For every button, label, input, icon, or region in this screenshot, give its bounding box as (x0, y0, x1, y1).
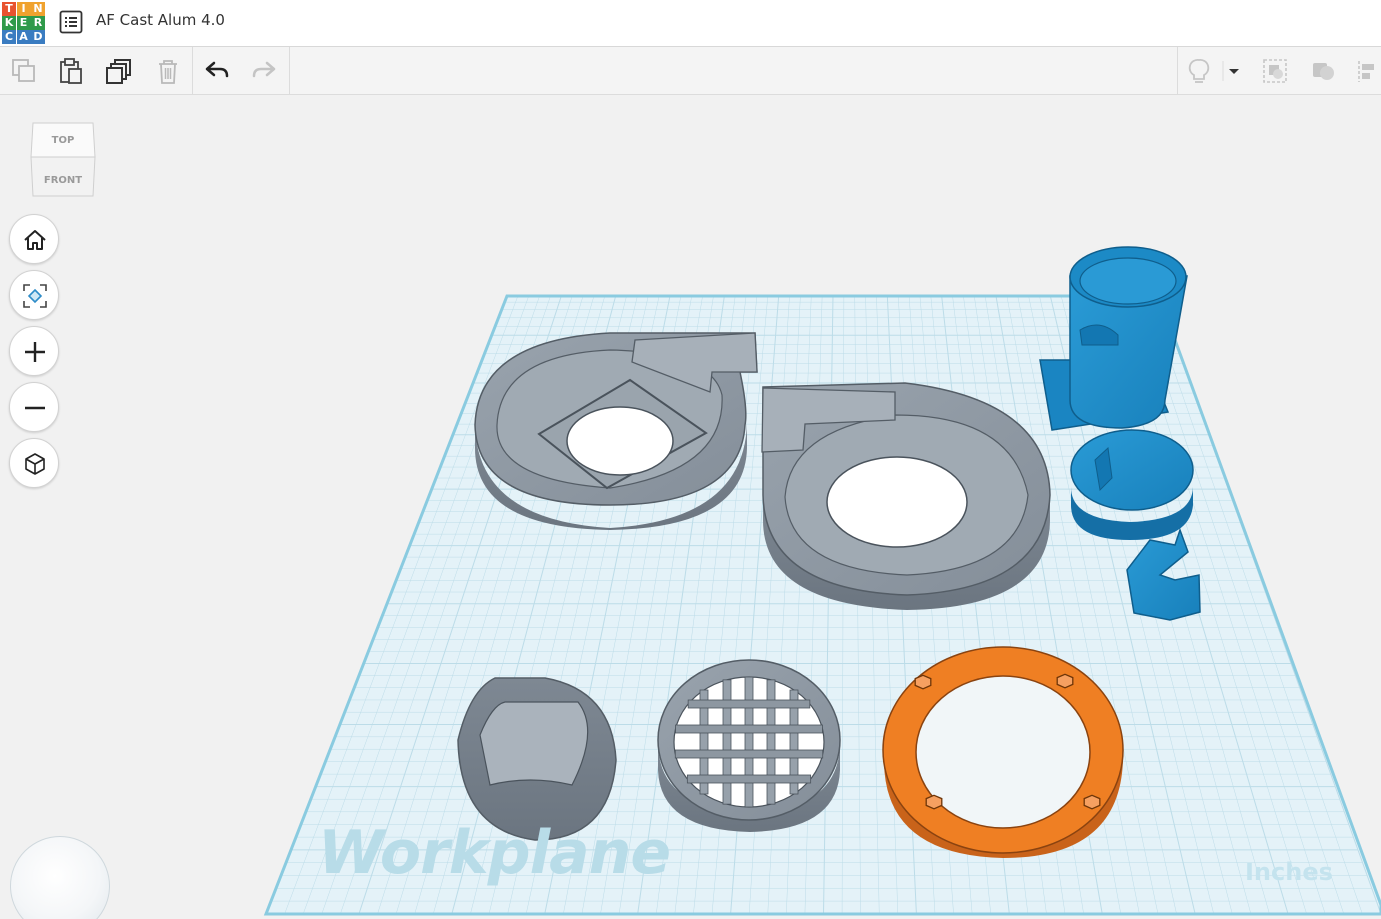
chevron-down-icon (1222, 61, 1239, 81)
design-menu-icon[interactable] (59, 10, 83, 34)
blue-cylinder-inner (1079, 257, 1177, 305)
hex-bolt (1083, 794, 1101, 810)
toolbar-divider (1177, 47, 1178, 94)
logo-letter: E (16, 16, 31, 30)
duplicate-icon (106, 59, 131, 84)
paste-button[interactable] (56, 56, 86, 86)
home-view-button[interactable] (9, 214, 59, 264)
orange-ring-shape[interactable] (882, 646, 1124, 858)
light-toggle-button[interactable] (1184, 56, 1214, 86)
scene-canvas[interactable] (0, 95, 1381, 919)
copy-button[interactable] (9, 56, 39, 86)
group-button[interactable] (1260, 56, 1290, 86)
blue-disc-top (1070, 429, 1194, 511)
minus-icon (25, 406, 45, 410)
hex-bolt (914, 674, 932, 690)
view-cube-front-label[interactable]: FRONT (44, 175, 82, 186)
view-cube-top-label[interactable]: TOP (52, 135, 75, 146)
workplane-label: Workplane (318, 818, 671, 888)
logo-letter: D (31, 30, 45, 44)
zoom-out-button[interactable] (9, 382, 59, 432)
light-dropdown-button[interactable] (1222, 56, 1244, 86)
tinkercad-logo[interactable]: TIN KER CAD (2, 2, 45, 44)
gray-duct-opening (479, 701, 589, 786)
align-button[interactable] (1353, 56, 1381, 86)
document-title[interactable]: AF Cast Alum 4.0 (96, 11, 225, 29)
grill-bar (722, 679, 732, 805)
housing-left-hole (566, 406, 674, 476)
plus-icon (25, 342, 45, 362)
zoom-in-button[interactable] (9, 326, 59, 376)
duplicate-button[interactable] (104, 56, 134, 86)
logo-letter: N (31, 2, 45, 16)
grill-bar (675, 724, 823, 734)
view-cube[interactable]: TOP FRONT (29, 120, 97, 200)
hex-bolt (1056, 673, 1074, 689)
units-label[interactable]: Inches (1245, 858, 1333, 886)
fit-view-button[interactable] (9, 270, 59, 320)
grill-bar (687, 699, 811, 709)
hex-bolt (925, 794, 943, 810)
ungroup-button[interactable] (1308, 56, 1338, 86)
logo-letter: R (31, 16, 45, 30)
logo-letter: C (2, 30, 16, 44)
delete-button[interactable] (153, 56, 183, 86)
toolbar-divider (192, 47, 193, 94)
redo-icon (252, 61, 276, 78)
grill-bar (686, 774, 812, 784)
undo-button[interactable] (202, 56, 232, 86)
grill-bar (766, 679, 776, 805)
logo-letter: T (2, 2, 16, 16)
housing-right-hole (826, 456, 968, 548)
group-icon (1263, 59, 1287, 83)
logo-letter: K (2, 16, 16, 30)
logo-letter: I (16, 2, 31, 16)
perspective-cube-icon (25, 453, 45, 475)
perspective-button[interactable] (9, 438, 59, 488)
paste-icon (60, 58, 82, 84)
title-bar: TIN KER CAD AF Cast Alum 4.0 (0, 0, 1381, 47)
copy-icon (12, 59, 35, 82)
toolbar-divider (289, 47, 290, 94)
redo-button[interactable] (249, 56, 279, 86)
align-icon (1358, 61, 1374, 82)
trash-icon (159, 60, 177, 84)
ungroup-icon (1313, 63, 1334, 80)
gray-grill-shape[interactable] (657, 659, 841, 832)
undo-icon (205, 61, 229, 78)
grill-bar (674, 749, 824, 759)
grill-bar (744, 676, 754, 808)
fit-view-icon (23, 284, 47, 308)
logo-letter: A (16, 30, 31, 44)
lightbulb-icon (1188, 59, 1210, 83)
home-icon (24, 230, 46, 250)
3d-viewport[interactable]: TOP FRONT (0, 95, 1381, 919)
edit-toolbar (0, 47, 1381, 95)
blue-disc-shape[interactable] (1070, 429, 1194, 540)
housing-right-shape[interactable] (761, 382, 1051, 610)
